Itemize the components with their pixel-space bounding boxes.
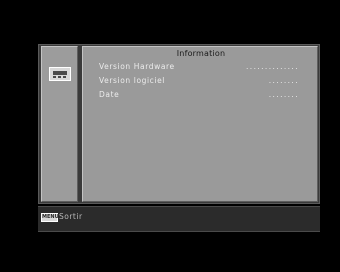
- information-panel: Information Version Hardware ...........…: [82, 46, 318, 202]
- info-row-software-version[interactable]: Version logiciel ........: [99, 76, 299, 88]
- menu-key-icon[interactable]: MENU: [41, 213, 59, 222]
- info-row-date[interactable]: Date ........: [99, 90, 299, 102]
- help-bar: MENU Sortir: [38, 206, 320, 232]
- hardware-version-label: Version Hardware: [99, 62, 175, 71]
- info-row-hardware-version[interactable]: Version Hardware ..............: [99, 62, 299, 74]
- software-version-label: Version logiciel: [99, 76, 165, 85]
- exit-label: Sortir: [59, 212, 83, 221]
- date-value: ........: [268, 90, 299, 99]
- side-panel: [41, 46, 78, 202]
- software-version-value: ........: [268, 76, 299, 85]
- date-label: Date: [99, 90, 120, 99]
- set-top-box-icon: [49, 67, 71, 81]
- hardware-version-value: ..............: [246, 62, 299, 71]
- panel-title: Information: [176, 49, 226, 58]
- tv-screen: Information Version Hardware ...........…: [0, 0, 340, 272]
